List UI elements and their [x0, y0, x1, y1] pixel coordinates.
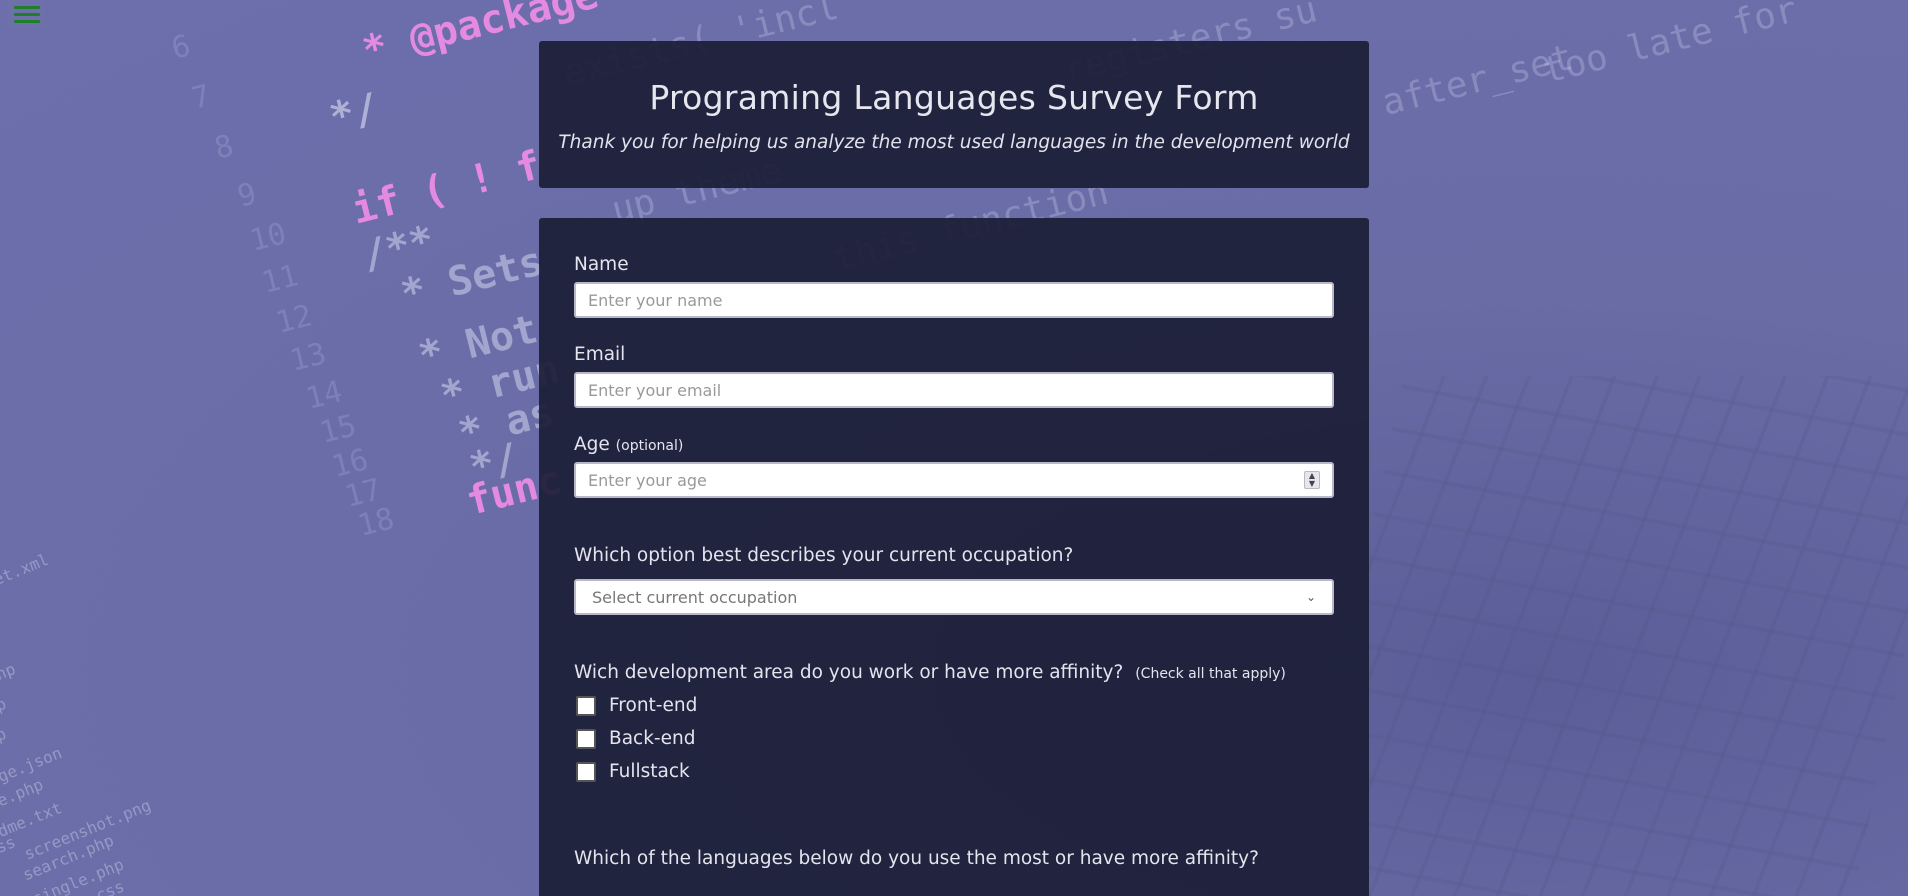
- code-keyword: * Not: [414, 306, 543, 380]
- email-input[interactable]: [574, 372, 1334, 408]
- email-label-text: Email: [574, 344, 626, 365]
- occupation-question: Which option best describes your current…: [574, 545, 1334, 566]
- area-question-note: (Check all that apply): [1135, 666, 1286, 682]
- file-name: screenshot.png: [21, 795, 154, 864]
- age-input[interactable]: [574, 462, 1334, 498]
- code-keyword: */: [325, 84, 384, 142]
- chevron-down-icon: ⌄: [1305, 590, 1316, 604]
- languages-question: Which of the languages below do you use …: [574, 848, 1334, 869]
- menu-bar: [14, 19, 40, 23]
- checkbox[interactable]: [576, 761, 596, 782]
- area-options: Front-end Back-end Fullstack: [574, 689, 1334, 788]
- checkbox-label: Back-end: [609, 728, 696, 749]
- occupation-selected-value: Select current occupation: [592, 587, 798, 607]
- file-name: single.php: [29, 854, 127, 896]
- file-name: p: [0, 723, 9, 746]
- line-number: 12: [272, 298, 316, 341]
- file-name: dme.txt: [0, 798, 65, 841]
- age-field-wrapper: ▲▼: [574, 462, 1334, 498]
- line-number: 18: [354, 501, 398, 544]
- code-keyword: * Sets: [396, 238, 548, 318]
- name-label-text: Name: [574, 254, 629, 275]
- name-label: Name: [574, 254, 1334, 275]
- age-label: Age (optional): [574, 434, 1334, 455]
- checkbox-option-backend[interactable]: Back-end: [574, 722, 1334, 755]
- name-input[interactable]: [574, 282, 1334, 318]
- line-number: 13: [286, 336, 330, 379]
- survey-form: Name Email Age (optional) ▲▼ Which optio…: [539, 218, 1369, 896]
- page-title: Programing Languages Survey Form: [649, 78, 1259, 117]
- page-description: Thank you for helping us analyze the mos…: [558, 132, 1350, 153]
- email-label: Email: [574, 344, 1334, 365]
- occupation-question-text: Which option best describes your current…: [574, 545, 1074, 566]
- line-number: 17: [341, 472, 385, 515]
- code-text: too late for: [1538, 0, 1802, 92]
- line-number: 10: [246, 216, 290, 259]
- occupation-select[interactable]: Select current occupation ⌄: [574, 579, 1334, 615]
- code-keyword: */: [465, 434, 524, 492]
- code-keyword: if ( ! f: [347, 142, 546, 234]
- age-optional-note: (optional): [615, 438, 684, 454]
- code-keyword: /**: [357, 216, 439, 280]
- age-label-text: Age: [574, 434, 610, 455]
- keyboard-backdrop: [1292, 376, 1908, 896]
- line-number: 14: [302, 374, 346, 417]
- line-number: 9: [234, 176, 261, 215]
- file-name: ss: [0, 832, 19, 857]
- checkbox-option-fullstack[interactable]: Fullstack: [574, 755, 1334, 788]
- area-question: Wich development area do you work or hav…: [574, 662, 1334, 683]
- checkbox-option-frontend[interactable]: Front-end: [574, 689, 1334, 722]
- languages-question-text: Which of the languages below do you use …: [574, 848, 1259, 869]
- file-name: p: [0, 693, 9, 716]
- checkbox-label: Front-end: [609, 695, 698, 716]
- number-spinner-icon[interactable]: ▲ ▼: [1304, 471, 1320, 489]
- area-question-text: Wich development area do you work or hav…: [574, 662, 1124, 683]
- menu-bar: [14, 5, 40, 9]
- line-number: 11: [258, 258, 302, 301]
- hamburger-menu-icon[interactable]: [8, 0, 46, 28]
- code-text: after_set: [1377, 37, 1578, 124]
- file-name: np: [0, 659, 19, 684]
- line-number: 6: [168, 28, 195, 67]
- checkbox[interactable]: [576, 728, 596, 749]
- survey-header: Programing Languages Survey Form Thank y…: [539, 41, 1369, 188]
- line-number: 8: [211, 128, 238, 167]
- file-name: e.php: [0, 774, 46, 811]
- file-name: et.xml: [0, 549, 52, 590]
- line-number: 15: [316, 408, 360, 451]
- file-name: ge.json: [0, 743, 65, 786]
- line-number: 16: [328, 442, 372, 485]
- menu-bar: [14, 12, 40, 16]
- checkbox-label: Fullstack: [609, 761, 690, 782]
- line-number: 7: [188, 78, 215, 117]
- checkbox[interactable]: [576, 695, 596, 716]
- file-name: style.css: [40, 876, 128, 896]
- file-name: search.php: [19, 830, 117, 885]
